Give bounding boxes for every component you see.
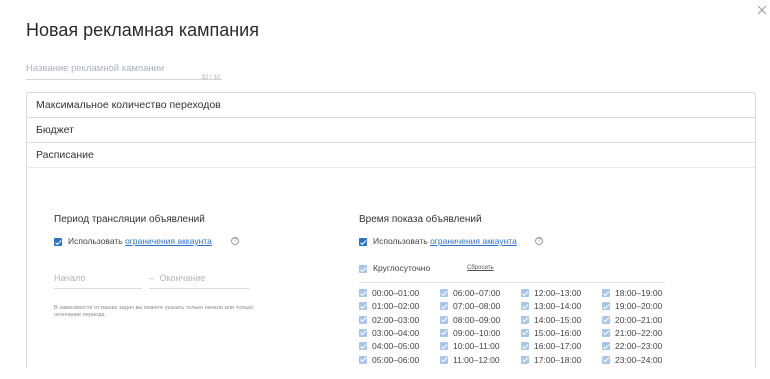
section-max-clicks-header[interactable]: Максимальное количество переходов [27,93,755,118]
time-slot-checkbox[interactable] [521,315,529,324]
section-budget[interactable]: Бюджет [26,117,756,142]
time-slot-label: 13:00–14:00 [534,301,582,312]
period-dash: – [149,273,155,283]
period-use-account-label: Использовать ограничения аккаунта [68,236,212,246]
period-end-placeholder: Окончание [159,273,206,283]
section-budget-header[interactable]: Бюджет [27,118,755,143]
time-slot-checkbox[interactable] [440,355,448,364]
time-slot-label: 10:00–11:00 [453,341,500,352]
time-slot-label: 17:00–18:00 [534,354,582,365]
time-slot-label: 09:00–10:00 [453,327,501,338]
period-account-limits-link[interactable]: ограничения аккаунта [125,236,212,246]
period-use-account-checkbox[interactable] [54,238,62,246]
campaign-name-input[interactable]: Название рекламной кампании 32 / 32 [26,60,222,81]
time-slot-label: 11:00–12:00 [453,354,500,365]
time-slot-checkbox[interactable] [521,302,529,311]
period-start-input[interactable]: Начало [54,273,142,289]
time-slot-checkbox[interactable] [521,342,529,351]
section-max-clicks[interactable]: Максимальное количество переходов [26,92,756,117]
time-slot-checkbox[interactable] [602,315,610,324]
campaign-name-placeholder: Название рекламной кампании [26,63,165,74]
time-slot-label: 01:00–02:00 [372,301,420,312]
time-slot-checkbox[interactable] [521,289,529,297]
time-slot-label: 21:00–22:00 [615,327,663,338]
show-time-account-limits-link[interactable]: ограничения аккаунта [430,236,517,246]
time-slot-checkbox[interactable] [440,302,448,311]
time-slot-label: 19:00–20:00 [615,301,663,312]
time-slot-checkbox[interactable] [602,302,610,311]
time-slot-checkbox[interactable] [521,355,529,364]
period-use-text: Использовать [68,236,123,246]
period-title: Период трансляции объявлений [54,214,205,225]
period-hint: В зависимости от ваших задач вы можете у… [54,305,254,318]
show-time-use-account-checkbox[interactable] [359,238,367,246]
time-slot-checkbox[interactable] [602,342,610,351]
time-slot-label: 00:00–01:00 [372,288,420,298]
dialog-title: Новая рекламная кампания [26,20,259,40]
time-slot-checkbox[interactable] [359,289,367,297]
show-time-use-account-label: Использовать ограничения аккаунта [373,236,517,246]
all-day-label: Круглосуточно [373,263,431,273]
time-slot-label: 05:00–06:00 [372,354,420,365]
all-day-checkbox[interactable] [359,265,367,273]
time-slot-checkbox[interactable] [440,315,448,324]
period-end-input[interactable]: – Окончание [149,273,249,289]
section-schedule-header[interactable]: Расписание [27,143,755,168]
time-slot-label: 08:00–09:00 [453,314,501,325]
time-divider [359,282,665,283]
time-slot-checkbox[interactable] [602,355,610,364]
time-slot-checkbox[interactable] [602,289,610,297]
campaign-name-counter: 32 / 32 [201,75,220,81]
reset-link[interactable]: Сбросить [467,265,494,271]
help-icon[interactable]: ? [535,237,543,245]
period-start-placeholder: Начало [54,273,86,283]
time-slot-checkbox[interactable] [440,328,448,337]
time-slot-label: 14:00–15:00 [534,314,582,325]
time-slot-label: 07:00–08:00 [453,301,501,312]
time-slot-checkbox[interactable] [359,328,367,337]
time-slot-label: 18:00–19:00 [615,288,663,298]
time-slot-checkbox[interactable] [440,289,448,297]
time-slot-label: 16:00–17:00 [534,341,582,352]
time-slot-checkbox[interactable] [602,328,610,337]
time-slot-checkbox[interactable] [521,328,529,337]
time-slot-checkbox[interactable] [359,342,367,351]
help-icon[interactable]: ? [231,237,239,245]
time-slot-checkbox[interactable] [359,302,367,311]
show-time-title: Время показа объявлений [359,214,482,225]
time-slot-checkbox[interactable] [359,315,367,324]
section-schedule: Расписание Период трансляции объявлений … [26,142,756,368]
time-slot-label: 22:00–23:00 [615,341,663,352]
time-slot-checkbox[interactable] [440,342,448,351]
time-slot-label: 04:00–05:00 [372,341,420,352]
time-slot-label: 06:00–07:00 [453,288,501,298]
close-icon[interactable] [756,4,768,16]
time-slot-label: 12:00–13:00 [534,288,582,298]
time-slot-label: 20:00–21:00 [615,314,663,325]
time-slot-label: 15:00–16:00 [534,327,582,338]
time-slot-label: 03:00–04:00 [372,327,420,338]
schedule-body: Период трансляции объявлений Использоват… [27,168,755,368]
time-slot-checkbox[interactable] [359,355,367,364]
show-time-use-text: Использовать [373,236,428,246]
time-slot-label: 23:00–24:00 [615,354,663,365]
time-slot-label: 02:00–03:00 [372,314,420,325]
